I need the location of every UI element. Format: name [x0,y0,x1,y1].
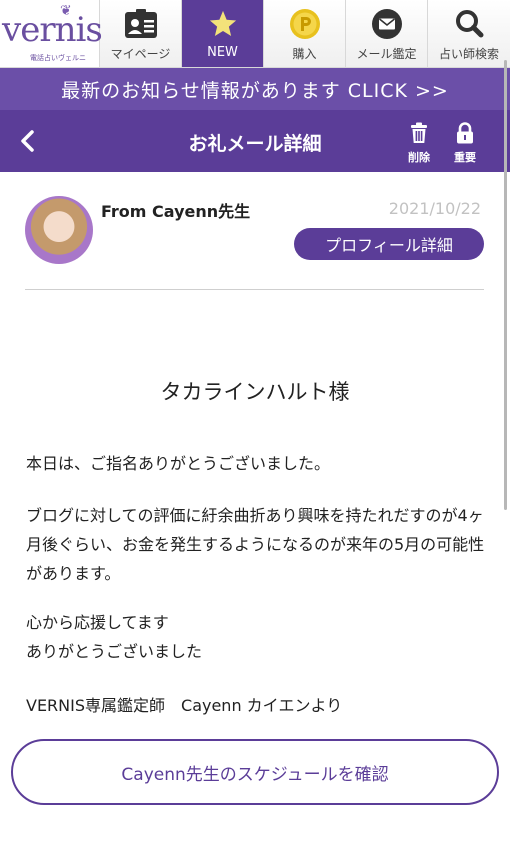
title-bar: お礼メール詳細 削除 重要 [0,110,510,172]
nav-label-mail-reading: メール鑑定 [356,47,417,61]
message-signature: VERNIS専属鑑定師 Cayenn カイエンより [26,696,343,715]
nav-mail-reading[interactable]: メール鑑定 [346,0,428,68]
nav-search-fortuneteller[interactable]: 占い師検索 [428,0,510,68]
nav-purchase[interactable]: 購入 [264,0,346,68]
lock-icon [457,122,473,144]
coin-icon [289,7,321,41]
logo-subtitle: 電話占いヴェルニ [30,54,86,62]
id-card-icon [124,7,158,41]
nav-label-new: NEW [207,45,238,60]
message-paragraph: 本日は、ご指名ありがとうございました。 [26,454,331,473]
divider [25,289,484,290]
important-label: 重要 [454,151,476,164]
nav-label-purchase: 購入 [292,47,317,61]
message-paragraph: 心から応援してます ありがとうございました [26,613,203,661]
top-navigation: ❦ vernis 電話占いヴェルニ マイページ NEW 購入 メール鑑定 占い師… [0,0,510,68]
profile-details-button[interactable]: プロフィール詳細 [294,228,484,260]
schedule-button[interactable]: Cayenn先生のスケジュールを確認 [11,739,499,805]
nav-label-mypage: マイページ [110,47,171,61]
star-icon [208,7,238,41]
sender-avatar[interactable] [25,196,93,264]
greeting: タカラインハルト様 [160,380,350,404]
sender-name: From Cayenn先生 [101,202,251,221]
mail-icon [371,7,403,41]
nav-mypage[interactable]: マイページ [100,0,182,68]
site-logo[interactable]: ❦ vernis 電話占いヴェルニ [0,0,103,68]
message-paragraph: ブログに対しての評価に紆余曲折あり興味を持たれだすのが4ヶ月後ぐらい、お金を発生… [26,506,485,583]
trash-icon [411,122,427,143]
news-notice-bar[interactable]: 最新のお知らせ情報があります CLICK >> [0,68,510,110]
logo-text: vernis [2,10,103,50]
delete-button[interactable]: 削除 [401,122,437,165]
important-button[interactable]: 重要 [447,122,483,165]
scrollbar[interactable] [504,60,507,510]
search-icon [453,7,485,41]
nav-new[interactable]: NEW [182,0,264,68]
delete-label: 削除 [408,151,430,164]
nav-label-search: 占い師検索 [438,47,499,61]
message-date: 2021/10/22 [388,199,481,218]
